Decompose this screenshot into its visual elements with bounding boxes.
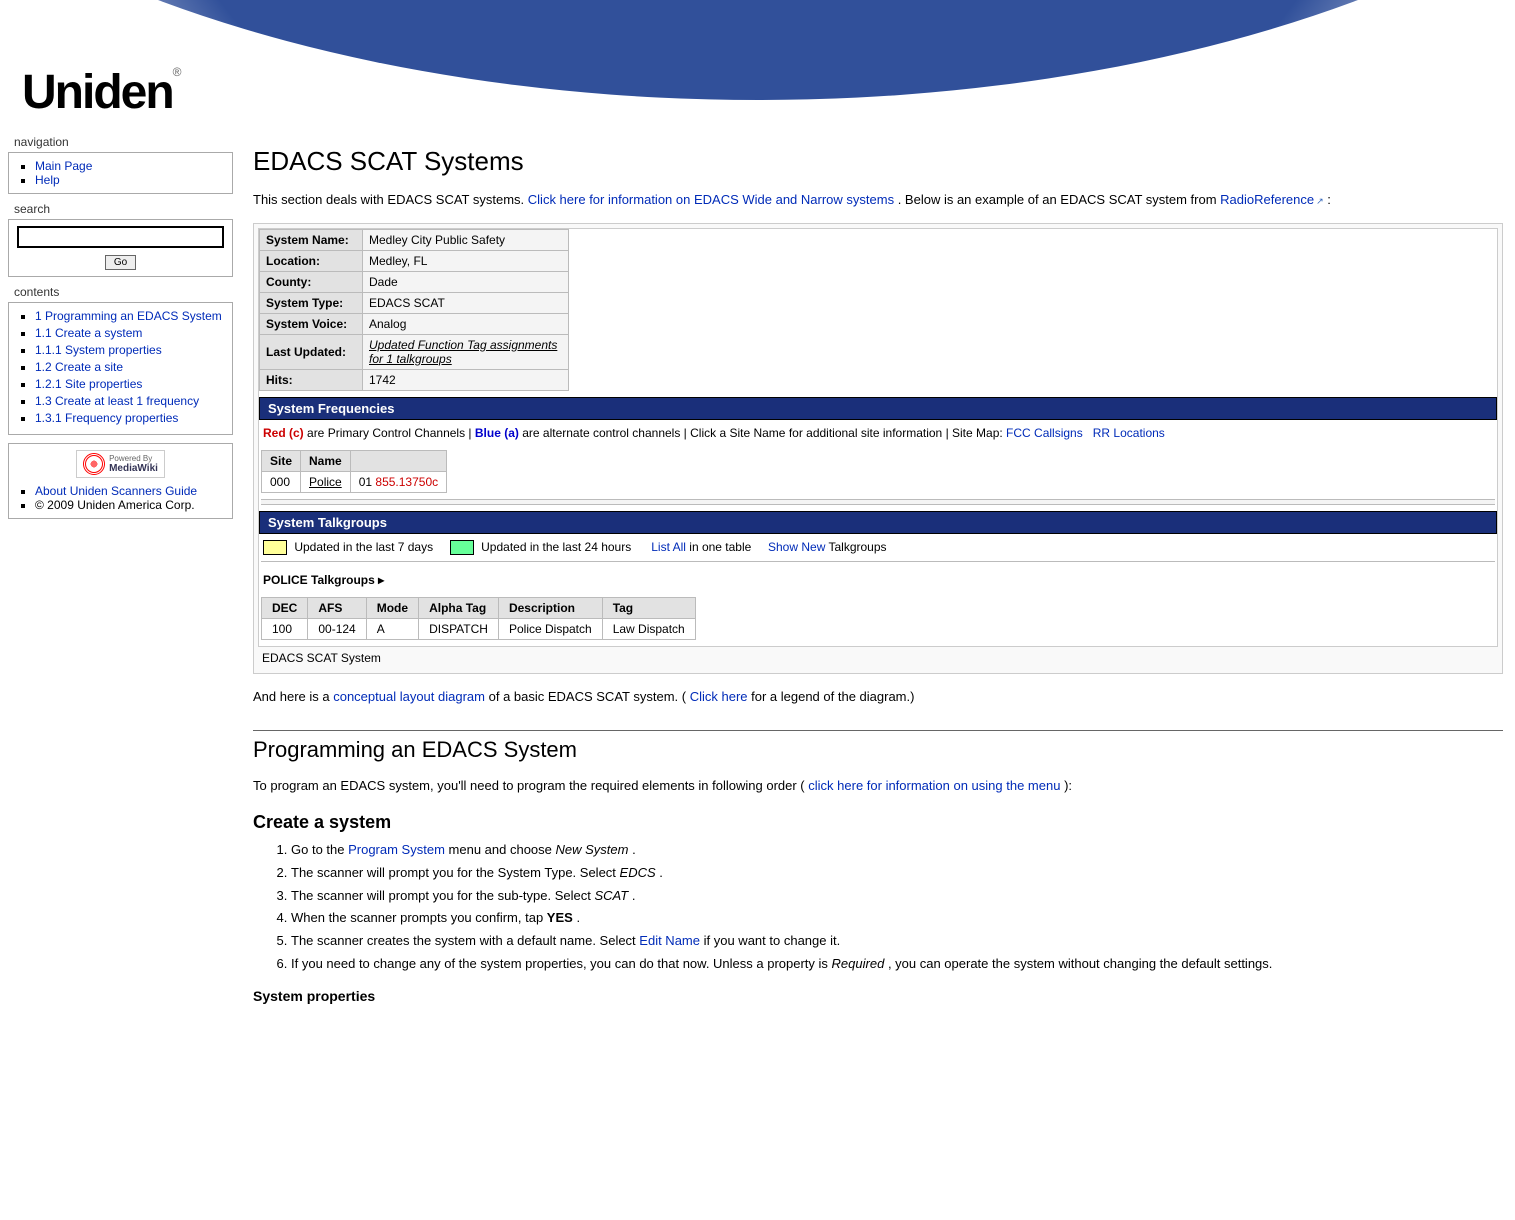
nav-heading: navigation (14, 135, 233, 149)
banner-arc-decoration (0, 0, 1515, 100)
intro-paragraph: This section deals with EDACS SCAT syste… (253, 190, 1503, 210)
freq-primary: 855.13750c (375, 475, 438, 489)
intro-link-radioreference[interactable]: RadioReference (1220, 192, 1324, 207)
list-item: If you need to change any of the system … (291, 955, 1503, 974)
toc-1-2[interactable]: 1.2 Create a site (35, 360, 123, 374)
intro-link-wide-narrow[interactable]: Click here for information on EDACS Wide… (528, 192, 894, 207)
example-system-figure: System Name:Medley City Public Safety Lo… (253, 223, 1503, 674)
swatch-7d-icon (263, 540, 287, 555)
h4-system-properties: System properties (253, 988, 1503, 1004)
site-table: Site Name 000 Police 01 855.13750c (261, 450, 447, 493)
mediawiki-name-text: MediaWiki (109, 463, 158, 474)
swatch-24h-icon (450, 540, 474, 555)
search-heading: search (14, 202, 233, 216)
contents-heading: contents (14, 285, 233, 299)
toc-1-2-1[interactable]: 1.2.1 Site properties (35, 377, 142, 391)
link-edit-name[interactable]: Edit Name (639, 933, 700, 948)
nav-main-page[interactable]: Main Page (35, 159, 92, 173)
list-item: The scanner creates the system with a de… (291, 932, 1503, 951)
main-content: EDACS SCAT Systems This section deals wi… (241, 130, 1515, 1052)
toc-1-1[interactable]: 1.1 Create a system (35, 326, 142, 340)
brand-logo: Uniden® (22, 65, 182, 120)
diagram-paragraph: And here is a conceptual layout diagram … (253, 687, 1503, 707)
freq-legend-note: Red (c) are Primary Control Channels | B… (259, 420, 1497, 446)
intro-text-b: . Below is an example of an EDACS SCAT s… (898, 192, 1220, 207)
toc-portlet: 1 Programming an EDACS System 1.1 Create… (8, 302, 233, 435)
footer-about-link[interactable]: About Uniden Scanners Guide (35, 484, 197, 498)
intro-text-c: : (1327, 192, 1331, 207)
table-row: 100 00-124 A DISPATCH Police Dispatch La… (262, 618, 696, 639)
list-item: When the scanner prompts you confirm, ta… (291, 909, 1503, 928)
link-show-new[interactable]: Show New (768, 540, 825, 554)
search-input[interactable] (17, 226, 224, 248)
h2-programming: Programming an EDACS System (253, 730, 1503, 763)
table-row: System Type:EDACS SCAT (260, 292, 569, 313)
talkgroup-table: DEC AFS Mode Alpha Tag Description Tag 1… (261, 597, 696, 640)
list-item: Go to the Program System menu and choose… (291, 841, 1503, 860)
table-row: Hits:1742 (260, 369, 569, 390)
table-row: System Name:Medley City Public Safety (260, 229, 569, 250)
system-talkgroups-bar: System Talkgroups (259, 511, 1497, 534)
link-fcc-callsigns[interactable]: FCC Callsigns (1006, 426, 1083, 440)
table-row: County:Dade (260, 271, 569, 292)
toc-1-1-1[interactable]: 1.1.1 System properties (35, 343, 162, 357)
legend-blue-a: Blue (a) (475, 426, 519, 440)
table-row: Location:Medley, FL (260, 250, 569, 271)
footer-portlet: Powered By MediaWiki About Uniden Scanne… (8, 443, 233, 519)
list-item: The scanner will prompt you for the sub-… (291, 887, 1503, 906)
link-list-all[interactable]: List All (651, 540, 686, 554)
link-using-the-menu[interactable]: click here for information on using the … (808, 778, 1060, 793)
create-system-steps: Go to the Program System menu and choose… (253, 841, 1503, 974)
search-go-button[interactable]: Go (105, 255, 136, 270)
table-row: System Voice:Analog (260, 313, 569, 334)
programming-intro: To program an EDACS system, you'll need … (253, 776, 1503, 796)
nav-help[interactable]: Help (35, 173, 60, 187)
h3-create-system: Create a system (253, 812, 1503, 833)
banner: Uniden® (0, 0, 1515, 130)
intro-text-a: This section deals with EDACS SCAT syste… (253, 192, 528, 207)
figure-caption: EDACS SCAT System (258, 647, 1498, 669)
mediawiki-flower-icon (83, 453, 105, 475)
mediawiki-powered-text: Powered By (109, 454, 158, 463)
link-legend-click-here[interactable]: Click here (690, 689, 748, 704)
search-portlet: Go (8, 219, 233, 277)
footer-copyright: © 2009 Uniden America Corp. (35, 498, 195, 512)
link-conceptual-layout[interactable]: conceptual layout diagram (333, 689, 485, 704)
nav-portlet: Main Page Help (8, 152, 233, 194)
table-row: 000 Police 01 855.13750c (262, 471, 447, 492)
table-row: Last Updated:Updated Function Tag assign… (260, 334, 569, 369)
toc-1-3-1[interactable]: 1.3.1 Frequency properties (35, 411, 178, 425)
link-program-system[interactable]: Program System (348, 842, 445, 857)
police-talkgroups-heading[interactable]: POLICE Talkgroups ▸ (259, 563, 1497, 593)
toc-1-3[interactable]: 1.3 Create at least 1 frequency (35, 394, 199, 408)
toc-1[interactable]: 1 Programming an EDACS System (35, 309, 222, 323)
talkgroup-legend: Updated in the last 7 days Updated in th… (259, 534, 1497, 561)
page-title: EDACS SCAT Systems (253, 146, 1503, 177)
mediawiki-badge[interactable]: Powered By MediaWiki (17, 450, 224, 478)
legend-red-c: Red (c) (263, 426, 304, 440)
system-info-table: System Name:Medley City Public Safety Lo… (259, 229, 569, 391)
site-name-link[interactable]: Police (309, 475, 342, 489)
system-frequencies-bar: System Frequencies (259, 397, 1497, 420)
sidebar: navigation Main Page Help search Go cont… (0, 130, 241, 535)
list-item: The scanner will prompt you for the Syst… (291, 864, 1503, 883)
link-rr-locations[interactable]: RR Locations (1093, 426, 1165, 440)
